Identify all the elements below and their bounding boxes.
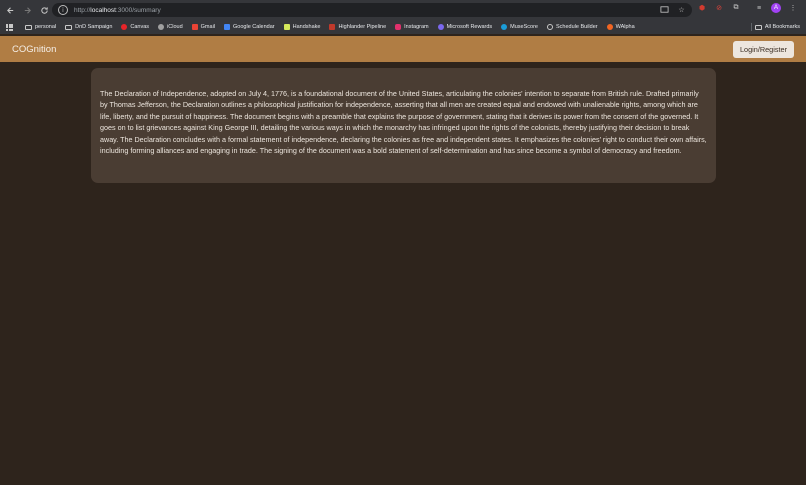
rewards-icon	[437, 24, 444, 30]
globe-icon	[547, 24, 553, 30]
extension-red-icon[interactable]: ⬢	[697, 3, 707, 13]
folder-icon	[754, 24, 762, 30]
apple-icon	[158, 24, 165, 30]
instagram-icon	[395, 24, 402, 30]
address-bar[interactable]: i http://localhost:3000/summary ☆	[52, 3, 692, 17]
browser-toolbar: i http://localhost:3000/summary ☆ ⬢ ⊘ ⧉ …	[0, 0, 806, 20]
bookmark-highlander-pipeline[interactable]: Highlander Pipeline	[329, 24, 386, 30]
app-header: COGnition Login/Register	[0, 36, 806, 62]
login-register-button[interactable]: Login/Register	[733, 41, 794, 58]
summary-text: The Declaration of Independence, adopted…	[100, 89, 707, 156]
bookmark-microsoft-rewards[interactable]: Microsoft Rewards	[437, 24, 492, 30]
bookmark-musescore[interactable]: MuseScore	[501, 24, 538, 30]
cast-icon[interactable]	[660, 5, 669, 14]
extension-block-icon[interactable]: ⊘	[714, 3, 724, 13]
extensions-puzzle-icon[interactable]: ⧉	[731, 3, 741, 13]
bookmarks-divider	[751, 23, 752, 31]
wolfram-icon	[606, 24, 613, 30]
url-text[interactable]: http://localhost:3000/summary	[74, 7, 161, 14]
forward-icon[interactable]	[20, 3, 34, 17]
musescore-icon	[501, 24, 508, 30]
bookmark-icloud[interactable]: iCloud	[158, 24, 183, 30]
bookmark-dnd-sampaign[interactable]: DnD Sampaign	[65, 24, 112, 30]
summary-card: The Declaration of Independence, adopted…	[91, 68, 716, 183]
reload-icon[interactable]	[37, 3, 51, 17]
bookmark-handshake[interactable]: Handshake	[283, 24, 320, 30]
bookmark-schedule-builder[interactable]: Schedule Builder	[547, 24, 598, 30]
bookmark-google-calendar[interactable]: Google Calendar	[224, 24, 275, 30]
tab-search-icon[interactable]: ≡	[754, 3, 764, 13]
folder-icon	[25, 24, 32, 30]
bookmark-gmail[interactable]: Gmail	[191, 24, 215, 30]
bookmark-walpha[interactable]: WAlpha	[606, 24, 635, 30]
site-info-icon[interactable]: i	[58, 5, 68, 15]
folder-icon	[65, 24, 73, 30]
all-bookmarks-button[interactable]: All Bookmarks	[754, 24, 800, 30]
brand-logo[interactable]: COGnition	[12, 44, 56, 55]
bookmark-instagram[interactable]: Instagram	[395, 24, 429, 30]
back-icon[interactable]	[3, 3, 17, 17]
apps-grid-icon[interactable]	[6, 23, 13, 31]
menu-kebab-icon[interactable]: ⋮	[788, 3, 798, 13]
calendar-icon	[224, 24, 231, 30]
canvas-icon	[121, 24, 128, 30]
bookmark-canvas[interactable]: Canvas	[121, 24, 149, 30]
bookmark-personal[interactable]: personal	[25, 24, 56, 30]
bookmark-star-icon[interactable]: ☆	[677, 5, 686, 14]
pipeline-icon	[329, 24, 336, 30]
handshake-icon	[283, 24, 290, 30]
profile-avatar[interactable]: A	[771, 3, 781, 13]
gmail-icon	[191, 24, 198, 30]
bookmarks-bar: personal DnD Sampaign Canvas iCloud Gmai…	[0, 20, 806, 34]
